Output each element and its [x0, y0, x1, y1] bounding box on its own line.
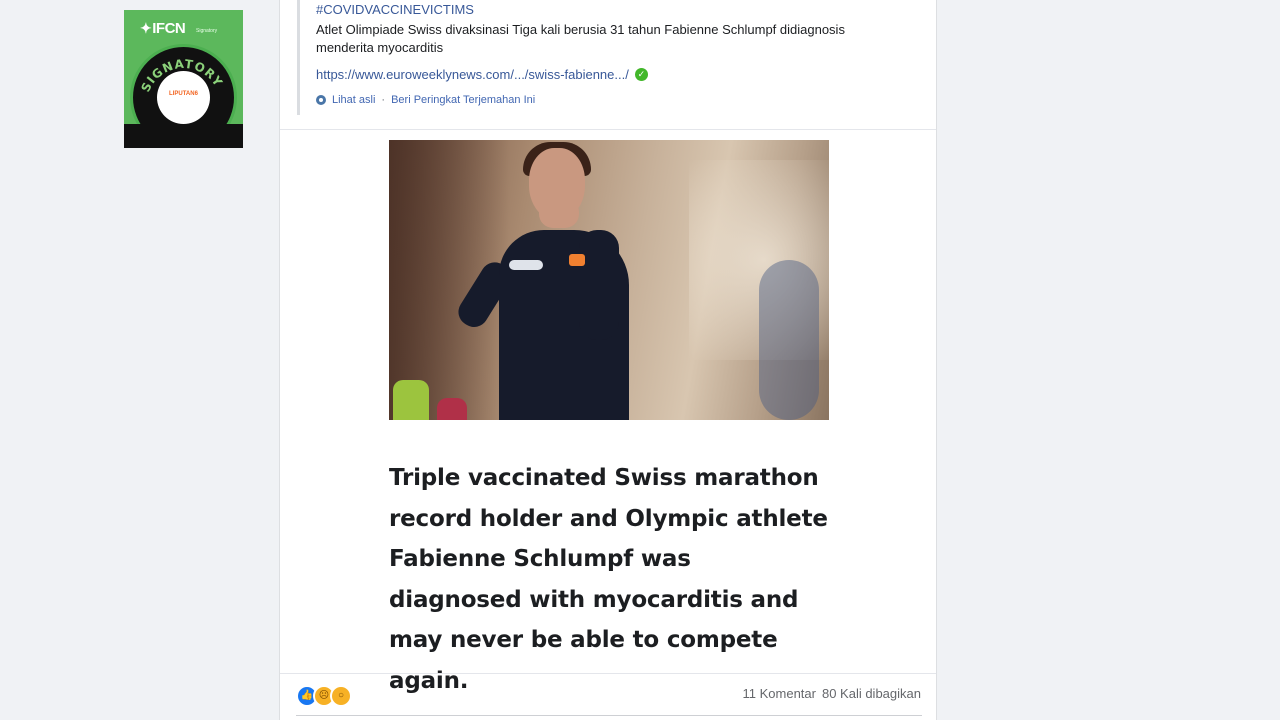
rate-translation-link[interactable]: Beri Peringkat Terjemahan Ini — [391, 94, 535, 106]
gear-icon — [316, 95, 326, 105]
wow-icon: ○ — [330, 685, 352, 707]
badge-sub: Signatory — [196, 28, 218, 34]
hashtag-link[interactable]: #COVIDVACCINEVICTIMS — [316, 2, 474, 17]
divider — [280, 673, 936, 674]
comments-count[interactable]: 11 Komentar — [743, 686, 816, 701]
athlete-photo[interactable] — [389, 140, 829, 420]
photo-bg-figure — [759, 260, 819, 420]
check-icon: ✓ — [634, 68, 648, 81]
translated-text: Atlet Olimpiade Swiss divaksinasi Tiga k… — [316, 22, 845, 55]
engagement-counts: 11 Komentar 80 Kali dibagikan — [743, 686, 922, 701]
article-link[interactable]: https://www.euroweeklynews.com/.../swiss… — [316, 67, 629, 82]
badge-bottom-band — [124, 124, 243, 148]
photo-bg-red — [437, 398, 467, 420]
post-headline: Triple vaccinated Swiss marathon record … — [389, 465, 828, 694]
post-card: #COVIDVACCINEVICTIMS Atlet Olimpiade Swi… — [279, 0, 937, 720]
divider — [280, 129, 936, 130]
seal-inner: LIPUTAN6 — [157, 71, 210, 124]
shares-count[interactable]: 80 Kali dibagikan — [822, 686, 921, 701]
runner-hand — [539, 198, 579, 228]
divider — [296, 715, 922, 716]
runner-shirt-logo — [509, 260, 543, 270]
reaction-summary[interactable]: 👍 ☹ ○ — [296, 685, 352, 707]
article-link-row: https://www.euroweeklynews.com/.../swiss… — [316, 67, 648, 82]
badge-brand-text: IFCN — [152, 20, 186, 37]
liputan6-logo: LIPUTAN6 — [169, 91, 198, 97]
photo-bg-green — [393, 380, 429, 420]
runner-watch — [569, 254, 585, 266]
badge-brand: ✦IFCN — [140, 20, 186, 37]
translation-meta: Lihat asli · Beri Peringkat Terjemahan I… — [316, 94, 535, 106]
meta-separator: · — [381, 94, 386, 106]
ifcn-signatory-badge: ✦IFCN Signatory SIGNATORY LIPUTAN6 — [124, 10, 243, 148]
star-icon: ✦ — [140, 20, 152, 36]
see-original-link[interactable]: Lihat asli — [332, 94, 375, 106]
translation-block: #COVIDVACCINEVICTIMS Atlet Olimpiade Swi… — [297, 0, 917, 115]
runner-arm-right — [579, 230, 619, 340]
